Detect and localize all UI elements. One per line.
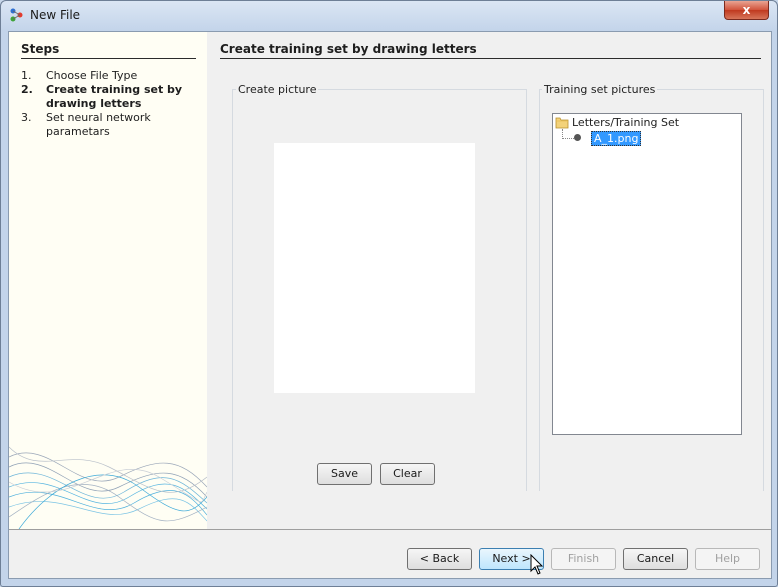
app-icon [10, 8, 23, 22]
tree-connector [562, 138, 574, 139]
close-icon: x [742, 3, 751, 17]
drawing-canvas[interactable] [274, 143, 475, 393]
mouse-cursor-icon [530, 554, 544, 575]
save-button[interactable]: Save [317, 463, 372, 485]
tree-root-node[interactable]: Letters/Training Set [572, 116, 679, 129]
page-title: Create training set by drawing letters [220, 42, 761, 59]
step-number: 3. [21, 111, 32, 124]
footer-divider [9, 529, 771, 530]
finish-button[interactable]: Finish [551, 548, 616, 570]
step-label: Create training set by drawing letters [46, 83, 183, 110]
dialog-body: Steps 1. Choose File Type 2. Create trai… [8, 31, 772, 579]
steps-panel: Steps 1. Choose File Type 2. Create trai… [9, 32, 207, 529]
file-node-icon [574, 134, 581, 141]
steps-header: Steps [21, 42, 196, 59]
tree-leaf-node-selected[interactable]: A_1.png [591, 131, 642, 146]
window-title: New File [30, 8, 81, 22]
back-button[interactable]: < Back [407, 548, 472, 570]
step-label: Set neural network parametars [46, 111, 151, 138]
new-file-dialog: New File x Steps 1. Choose File Type 2. … [0, 0, 778, 587]
decorative-waves-image [9, 446, 207, 529]
close-button[interactable]: x [724, 1, 769, 20]
training-set-label: Training set pictures [542, 83, 658, 96]
training-set-tree[interactable]: Letters/Training Set A_1.png [552, 113, 742, 435]
step-number: 2. [21, 83, 33, 96]
step-label: Choose File Type [46, 69, 138, 82]
folder-icon [555, 117, 569, 129]
title-bar[interactable]: New File x [1, 1, 777, 29]
cancel-button[interactable]: Cancel [623, 548, 688, 570]
help-button[interactable]: Help [695, 548, 760, 570]
clear-button[interactable]: Clear [380, 463, 435, 485]
step-number: 1. [21, 69, 32, 82]
create-picture-label: Create picture [236, 83, 319, 96]
